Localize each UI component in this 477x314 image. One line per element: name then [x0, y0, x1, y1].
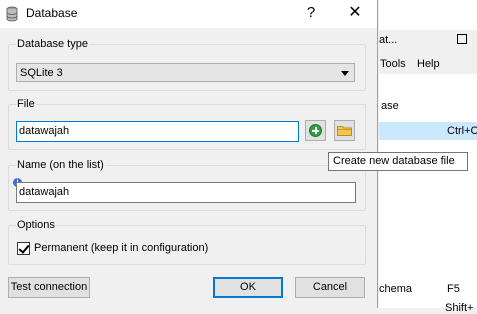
background-title-fragment: at... [379, 34, 398, 46]
database-type-value: SQLite 3 [20, 67, 63, 79]
maximize-icon[interactable] [457, 34, 467, 44]
permanent-label[interactable]: Permanent (keep it in configuration) [34, 242, 208, 254]
name-label: Name (on the list) [16, 159, 105, 171]
browse-file-button[interactable] [334, 120, 355, 141]
dialog-title: Database [26, 6, 78, 20]
name-input[interactable]: datawajah [16, 182, 356, 203]
shortcut-shift: Shift+ [445, 302, 474, 314]
menu-tools[interactable]: Tools [380, 58, 406, 70]
close-button[interactable]: ✕ [344, 3, 366, 23]
shortcut-f5: F5 [447, 283, 460, 295]
shortcut-ctrl-c: Ctrl+C [447, 125, 477, 137]
folder-icon [337, 126, 352, 136]
create-database-tooltip: Create new database file [328, 152, 468, 171]
file-label: File [16, 98, 36, 110]
database-dialog: Database ? ✕ Database type SQLite 3 File… [0, 0, 378, 308]
help-button[interactable]: ? [300, 3, 322, 23]
cancel-button[interactable]: Cancel [295, 277, 365, 298]
permanent-checkbox[interactable] [17, 242, 30, 255]
database-icon [6, 6, 18, 22]
background-item-schema[interactable]: chema [379, 283, 412, 295]
menu-help[interactable]: Help [417, 58, 440, 70]
checkmark-icon [18, 242, 30, 254]
database-type-label: Database type [16, 38, 89, 50]
add-icon [309, 124, 322, 137]
create-new-database-button[interactable] [305, 120, 326, 141]
dialog-titlebar: Database ? ✕ [0, 0, 377, 28]
background-item-fragment[interactable]: ase [381, 100, 399, 112]
chevron-down-icon [341, 71, 349, 76]
database-type-select[interactable]: SQLite 3 [16, 63, 355, 82]
test-connection-button[interactable]: Test connection [8, 277, 90, 298]
background-titlebar [379, 0, 477, 30]
ok-button[interactable]: OK [213, 277, 283, 298]
options-label: Options [16, 219, 56, 231]
file-path-input[interactable]: datawajah [16, 121, 299, 142]
